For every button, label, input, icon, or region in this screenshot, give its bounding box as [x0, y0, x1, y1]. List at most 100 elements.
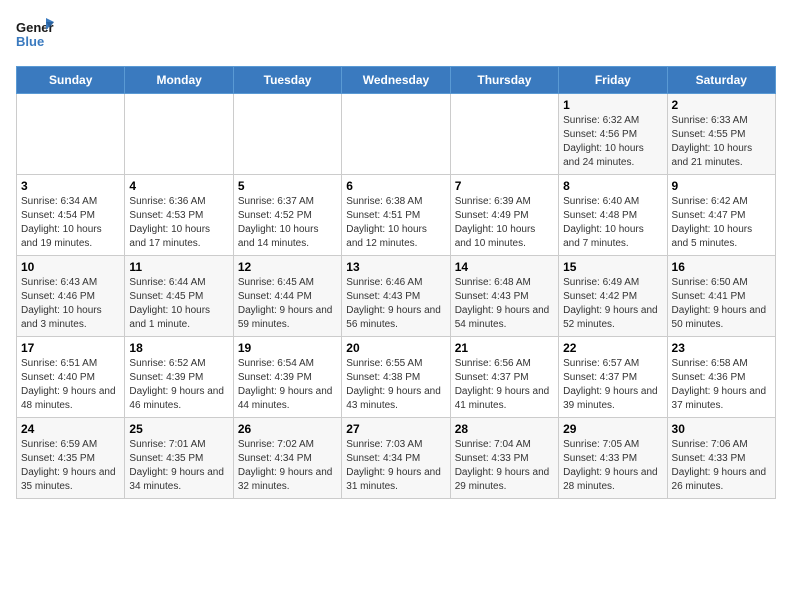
day-info: Sunrise: 6:57 AM Sunset: 4:37 PM Dayligh… — [563, 357, 662, 413]
day-info: Sunrise: 7:03 AM Sunset: 4:34 PM Dayligh… — [346, 438, 445, 494]
day-number: 28 — [455, 422, 554, 436]
logo: General Blue — [16, 16, 54, 54]
day-number: 12 — [238, 260, 337, 274]
day-info: Sunrise: 6:45 AM Sunset: 4:44 PM Dayligh… — [238, 276, 337, 332]
day-info: Sunrise: 6:59 AM Sunset: 4:35 PM Dayligh… — [21, 438, 120, 494]
day-info: Sunrise: 6:51 AM Sunset: 4:40 PM Dayligh… — [21, 357, 120, 413]
calendar-day-cell: 3 Sunrise: 6:34 AM Sunset: 4:54 PM Daylig… — [17, 175, 125, 256]
calendar-day-cell: 24Sunrise: 6:59 AM Sunset: 4:35 PM Dayli… — [17, 418, 125, 499]
calendar-day-cell: 6 Sunrise: 6:38 AM Sunset: 4:51 PM Daylig… — [342, 175, 450, 256]
day-number: 16 — [672, 260, 771, 274]
day-number: 7 — [455, 179, 554, 193]
calendar-day-cell — [342, 94, 450, 175]
calendar-day-cell: 14 Sunrise: 6:48 AM Sunset: 4:43 PM Dayli… — [450, 256, 558, 337]
day-number: 25 — [129, 422, 228, 436]
calendar-day-cell: 15 Sunrise: 6:49 AM Sunset: 4:42 PM Dayli… — [559, 256, 667, 337]
day-info: Sunrise: 6:36 AM Sunset: 4:53 PM Dayligh… — [129, 195, 228, 251]
calendar-week-row: 17 Sunrise: 6:51 AM Sunset: 4:40 PM Dayli… — [17, 337, 776, 418]
day-number: 9 — [672, 179, 771, 193]
calendar-day-cell: 16Sunrise: 6:50 AM Sunset: 4:41 PM Dayli… — [667, 256, 775, 337]
calendar-day-cell: 13Sunrise: 6:46 AM Sunset: 4:43 PM Dayli… — [342, 256, 450, 337]
day-number: 11 — [129, 260, 228, 274]
calendar-day-cell: 25 Sunrise: 7:01 AM Sunset: 4:35 PM Dayli… — [125, 418, 233, 499]
calendar-day-cell: 21 Sunrise: 6:56 AM Sunset: 4:37 PM Dayli… — [450, 337, 558, 418]
calendar-day-cell: 8 Sunrise: 6:40 AM Sunset: 4:48 PM Daylig… — [559, 175, 667, 256]
day-info: Sunrise: 6:56 AM Sunset: 4:37 PM Dayligh… — [455, 357, 554, 413]
day-number: 4 — [129, 179, 228, 193]
day-number: 5 — [238, 179, 337, 193]
calendar-day-cell: 4 Sunrise: 6:36 AM Sunset: 4:53 PM Daylig… — [125, 175, 233, 256]
day-info: Sunrise: 6:33 AM Sunset: 4:55 PM Dayligh… — [672, 114, 771, 170]
page-header: General Blue — [16, 16, 776, 54]
day-number: 3 — [21, 179, 120, 193]
day-info: Sunrise: 6:49 AM Sunset: 4:42 PM Dayligh… — [563, 276, 662, 332]
calendar-day-cell: 2 Sunrise: 6:33 AM Sunset: 4:55 PM Daylig… — [667, 94, 775, 175]
day-number: 26 — [238, 422, 337, 436]
calendar-day-cell: 27 Sunrise: 7:03 AM Sunset: 4:34 PM Dayli… — [342, 418, 450, 499]
calendar-day-cell: 26 Sunrise: 7:02 AM Sunset: 4:34 PM Dayli… — [233, 418, 341, 499]
day-number: 8 — [563, 179, 662, 193]
day-number: 2 — [672, 98, 771, 112]
day-info: Sunrise: 7:02 AM Sunset: 4:34 PM Dayligh… — [238, 438, 337, 494]
svg-text:Blue: Blue — [16, 34, 44, 49]
calendar-day-cell: 17 Sunrise: 6:51 AM Sunset: 4:40 PM Dayli… — [17, 337, 125, 418]
calendar-day-cell: 22 Sunrise: 6:57 AM Sunset: 4:37 PM Dayli… — [559, 337, 667, 418]
weekday-header: Tuesday — [233, 67, 341, 94]
day-info: Sunrise: 6:38 AM Sunset: 4:51 PM Dayligh… — [346, 195, 445, 251]
day-info: Sunrise: 6:39 AM Sunset: 4:49 PM Dayligh… — [455, 195, 554, 251]
day-info: Sunrise: 6:42 AM Sunset: 4:47 PM Dayligh… — [672, 195, 771, 251]
calendar-day-cell — [233, 94, 341, 175]
calendar-day-cell: 7 Sunrise: 6:39 AM Sunset: 4:49 PM Daylig… — [450, 175, 558, 256]
calendar-day-cell — [450, 94, 558, 175]
calendar-day-cell: 29 Sunrise: 7:05 AM Sunset: 4:33 PM Dayli… — [559, 418, 667, 499]
calendar-day-cell: 28Sunrise: 7:04 AM Sunset: 4:33 PM Dayli… — [450, 418, 558, 499]
calendar-day-cell: 5 Sunrise: 6:37 AM Sunset: 4:52 PM Daylig… — [233, 175, 341, 256]
calendar-day-cell: 23 Sunrise: 6:58 AM Sunset: 4:36 PM Dayli… — [667, 337, 775, 418]
day-info: Sunrise: 7:05 AM Sunset: 4:33 PM Dayligh… — [563, 438, 662, 494]
day-number: 13 — [346, 260, 445, 274]
day-info: Sunrise: 6:58 AM Sunset: 4:36 PM Dayligh… — [672, 357, 771, 413]
calendar-day-cell — [17, 94, 125, 175]
logo-bird-icon: General Blue — [16, 16, 54, 54]
day-info: Sunrise: 6:32 AM Sunset: 4:56 PM Dayligh… — [563, 114, 662, 170]
day-info: Sunrise: 6:34 AM Sunset: 4:54 PM Dayligh… — [21, 195, 120, 251]
weekday-header: Friday — [559, 67, 667, 94]
weekday-header: Wednesday — [342, 67, 450, 94]
day-number: 6 — [346, 179, 445, 193]
weekday-header: Sunday — [17, 67, 125, 94]
day-number: 10 — [21, 260, 120, 274]
day-number: 27 — [346, 422, 445, 436]
calendar-day-cell: 12 Sunrise: 6:45 AM Sunset: 4:44 PM Dayli… — [233, 256, 341, 337]
day-info: Sunrise: 6:40 AM Sunset: 4:48 PM Dayligh… — [563, 195, 662, 251]
day-number: 29 — [563, 422, 662, 436]
day-number: 14 — [455, 260, 554, 274]
day-info: Sunrise: 6:55 AM Sunset: 4:38 PM Dayligh… — [346, 357, 445, 413]
calendar-day-cell: 9 Sunrise: 6:42 AM Sunset: 4:47 PM Daylig… — [667, 175, 775, 256]
calendar-day-cell: 18Sunrise: 6:52 AM Sunset: 4:39 PM Dayli… — [125, 337, 233, 418]
day-info: Sunrise: 6:54 AM Sunset: 4:39 PM Dayligh… — [238, 357, 337, 413]
day-info: Sunrise: 6:37 AM Sunset: 4:52 PM Dayligh… — [238, 195, 337, 251]
day-number: 22 — [563, 341, 662, 355]
calendar-day-cell: 30Sunrise: 7:06 AM Sunset: 4:33 PM Dayli… — [667, 418, 775, 499]
weekday-header: Monday — [125, 67, 233, 94]
weekday-header: Thursday — [450, 67, 558, 94]
day-number: 21 — [455, 341, 554, 355]
calendar-week-row: 1Sunrise: 6:32 AM Sunset: 4:56 PM Daylig… — [17, 94, 776, 175]
calendar-day-cell: 10Sunrise: 6:43 AM Sunset: 4:46 PM Dayli… — [17, 256, 125, 337]
calendar-week-row: 10Sunrise: 6:43 AM Sunset: 4:46 PM Dayli… — [17, 256, 776, 337]
day-info: Sunrise: 7:01 AM Sunset: 4:35 PM Dayligh… — [129, 438, 228, 494]
day-info: Sunrise: 6:44 AM Sunset: 4:45 PM Dayligh… — [129, 276, 228, 332]
day-number: 23 — [672, 341, 771, 355]
day-info: Sunrise: 6:52 AM Sunset: 4:39 PM Dayligh… — [129, 357, 228, 413]
weekday-row: SundayMondayTuesdayWednesdayThursdayFrid… — [17, 67, 776, 94]
weekday-header: Saturday — [667, 67, 775, 94]
day-info: Sunrise: 6:48 AM Sunset: 4:43 PM Dayligh… — [455, 276, 554, 332]
day-number: 17 — [21, 341, 120, 355]
calendar-table: SundayMondayTuesdayWednesdayThursdayFrid… — [16, 66, 776, 499]
day-number: 19 — [238, 341, 337, 355]
calendar-header: SundayMondayTuesdayWednesdayThursdayFrid… — [17, 67, 776, 94]
day-number: 15 — [563, 260, 662, 274]
calendar-day-cell — [125, 94, 233, 175]
calendar-body: 1Sunrise: 6:32 AM Sunset: 4:56 PM Daylig… — [17, 94, 776, 499]
day-info: Sunrise: 7:06 AM Sunset: 4:33 PM Dayligh… — [672, 438, 771, 494]
